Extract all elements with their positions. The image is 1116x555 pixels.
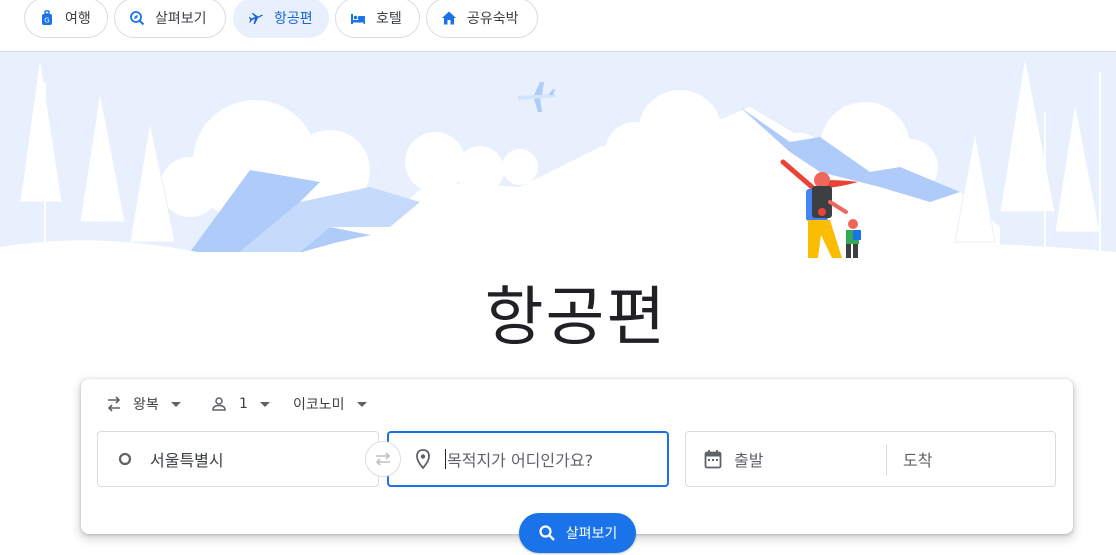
flight-search-card: 왕복 1 이코노미 서울특별시 목적지가 어디인가요? 출발 도착 살펴보기	[81, 379, 1073, 553]
trip-type-value: 왕복	[133, 397, 159, 413]
origin-value: 서울특별시	[150, 451, 224, 470]
top-navigation: G 여행 살펴보기 항공편 호텔 공유숙박	[0, 0, 1116, 52]
passenger-select[interactable]: 1	[211, 393, 270, 415]
origin-circle-icon	[118, 452, 132, 466]
swap-origin-destination-button[interactable]	[365, 441, 401, 477]
swap-arrows-icon	[105, 395, 123, 413]
swap-icon	[373, 449, 393, 469]
chevron-down-icon	[170, 401, 181, 407]
calendar-icon	[704, 449, 722, 469]
passenger-count: 1	[239, 396, 248, 412]
destination-field[interactable]: 목적지가 어디인가요?	[387, 431, 669, 487]
search-button[interactable]: 살펴보기	[519, 513, 636, 553]
origin-field[interactable]: 서울특별시	[97, 431, 379, 487]
page-title: 항공편	[484, 281, 668, 355]
destination-placeholder: 목적지가 어디인가요?	[447, 451, 594, 470]
search-button-label: 살펴보기	[565, 526, 618, 542]
house-icon	[441, 10, 457, 26]
person-icon	[211, 396, 227, 412]
nav-chip-travel[interactable]: G 여행	[24, 0, 108, 38]
cabin-class-select[interactable]: 이코노미	[293, 393, 367, 415]
nav-chip-label: 살펴보기	[155, 11, 207, 27]
nav-chip-explore[interactable]: 살펴보기	[114, 0, 226, 38]
date-divider	[886, 444, 887, 476]
nav-chip-label: 호텔	[376, 11, 402, 27]
svg-text:G: G	[44, 17, 49, 25]
bed-icon	[350, 10, 366, 26]
nav-chip-label: 공유숙박	[467, 11, 519, 27]
nav-chip-vacation-rentals[interactable]: 공유숙박	[426, 0, 538, 38]
chevron-down-icon	[259, 401, 270, 407]
chevron-down-icon	[356, 401, 367, 407]
airplane-icon	[248, 10, 264, 26]
text-cursor	[445, 449, 446, 469]
search-icon	[538, 524, 556, 542]
nav-chip-flights[interactable]: 항공편	[233, 0, 329, 38]
nav-chip-hotels[interactable]: 호텔	[335, 0, 420, 38]
nav-chip-label: 여행	[65, 11, 91, 27]
nav-chip-label: 항공편	[274, 11, 313, 27]
return-date-placeholder[interactable]: 도착	[903, 447, 932, 471]
luggage-icon: G	[39, 10, 55, 26]
location-pin-icon	[415, 449, 431, 469]
hero-illustration	[0, 52, 1116, 282]
trip-type-select[interactable]: 왕복	[105, 393, 181, 415]
date-range-field[interactable]: 출발 도착	[685, 431, 1056, 487]
depart-date-placeholder[interactable]: 출발	[734, 447, 763, 471]
explore-icon	[129, 10, 145, 26]
cabin-class-value: 이코노미	[293, 397, 345, 413]
